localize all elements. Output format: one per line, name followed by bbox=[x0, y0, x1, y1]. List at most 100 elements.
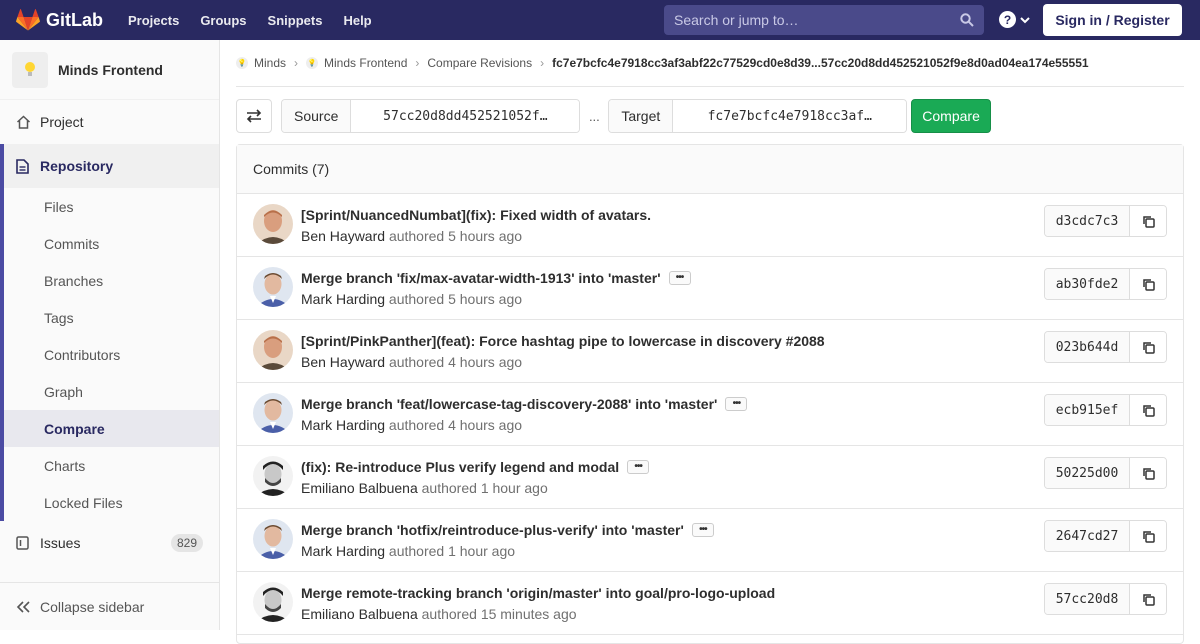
commit-sha[interactable]: ecb915ef bbox=[1045, 395, 1130, 425]
commit-sha-group: ecb915ef bbox=[1044, 394, 1167, 426]
chevron-right-icon: › bbox=[540, 56, 545, 70]
commit-sha[interactable]: 57cc20d8 bbox=[1045, 584, 1130, 614]
commit-sha-group: ab30fde2 bbox=[1044, 268, 1167, 300]
sidebar-subitem-charts[interactable]: Charts bbox=[4, 447, 219, 484]
commit-title[interactable]: Merge branch 'fix/max-avatar-width-1913'… bbox=[301, 270, 661, 286]
source-label: Source bbox=[282, 100, 352, 132]
toggle-description-button[interactable]: ••• bbox=[691, 523, 714, 537]
sidebar-project-header[interactable]: Minds Frontend bbox=[0, 40, 219, 100]
sidebar-item-label: Project bbox=[40, 114, 84, 130]
sidebar-item-project[interactable]: Project bbox=[0, 100, 219, 144]
copy-sha-button[interactable] bbox=[1130, 521, 1166, 551]
copy-icon bbox=[1142, 530, 1155, 543]
commit-title[interactable]: (fix): Re-introduce Plus verify legend a… bbox=[301, 459, 619, 475]
commit-author[interactable]: Ben Hayward bbox=[301, 228, 385, 244]
nav-help[interactable]: Help bbox=[343, 13, 371, 28]
commit-row: (fix): Re-introduce Plus verify legend a… bbox=[237, 446, 1183, 509]
commit-sha[interactable]: 2647cd27 bbox=[1045, 521, 1130, 551]
collapse-sidebar-button[interactable]: Collapse sidebar bbox=[0, 582, 219, 630]
sidebar-subitem-files[interactable]: Files bbox=[4, 188, 219, 225]
nav-projects[interactable]: Projects bbox=[128, 13, 179, 28]
authored-label: authored bbox=[388, 291, 445, 307]
gitlab-logo[interactable]: GitLab bbox=[16, 9, 103, 31]
author-avatar[interactable] bbox=[253, 456, 293, 496]
nav-snippets[interactable]: Snippets bbox=[268, 13, 323, 28]
sidebar-subitem-compare[interactable]: Compare bbox=[4, 410, 219, 447]
breadcrumb-label: Minds Frontend bbox=[324, 56, 408, 70]
commit-author[interactable]: Mark Harding bbox=[301, 417, 385, 433]
chevron-down-icon bbox=[1020, 16, 1030, 23]
search-input[interactable] bbox=[674, 12, 949, 28]
commit-sha[interactable]: 50225d00 bbox=[1045, 458, 1130, 488]
sign-in-button[interactable]: Sign in / Register bbox=[1043, 4, 1182, 36]
commit-author[interactable]: Mark Harding bbox=[301, 543, 385, 559]
commit-title[interactable]: Merge branch 'feat/lowercase-tag-discove… bbox=[301, 396, 717, 412]
chevron-right-icon: › bbox=[415, 56, 420, 70]
commit-author[interactable]: Emiliano Balbuena bbox=[301, 606, 418, 622]
project-avatar bbox=[12, 51, 48, 88]
copy-sha-button[interactable] bbox=[1130, 458, 1166, 488]
commit-author[interactable]: Emiliano Balbuena bbox=[301, 480, 418, 496]
source-revision-input[interactable]: 57cc20d8dd452521052f… bbox=[351, 100, 580, 132]
toggle-description-button[interactable]: ••• bbox=[627, 460, 650, 474]
compare-button[interactable]: Compare bbox=[911, 99, 991, 133]
copy-sha-button[interactable] bbox=[1130, 584, 1166, 614]
commit-title[interactable]: Merge remote-tracking branch 'origin/mas… bbox=[301, 585, 775, 601]
author-avatar[interactable] bbox=[253, 330, 293, 370]
breadcrumb-item[interactable]: 💡 Minds bbox=[236, 56, 286, 70]
copy-icon bbox=[1142, 404, 1155, 417]
swap-revisions-button[interactable] bbox=[236, 99, 272, 133]
author-avatar[interactable] bbox=[253, 393, 293, 433]
commit-author[interactable]: Mark Harding bbox=[301, 291, 385, 307]
commit-sha-group: d3cdc7c3 bbox=[1044, 205, 1167, 237]
authored-label: authored bbox=[388, 543, 445, 559]
breadcrumb-item[interactable]: Compare Revisions bbox=[427, 56, 532, 70]
author-avatar[interactable] bbox=[253, 204, 293, 244]
swap-arrows-icon bbox=[246, 109, 262, 123]
commit-sha[interactable]: 023b644d bbox=[1045, 332, 1130, 362]
commit-time: 4 hours ago bbox=[448, 417, 523, 433]
commit-sha[interactable]: d3cdc7c3 bbox=[1045, 206, 1130, 236]
authored-label: authored bbox=[388, 354, 445, 370]
copy-sha-button[interactable] bbox=[1130, 206, 1166, 236]
commit-sha[interactable]: ab30fde2 bbox=[1045, 269, 1130, 299]
commit-title[interactable]: [Sprint/NuancedNumbat](fix): Fixed width… bbox=[301, 207, 651, 223]
sidebar-subitem-contributors[interactable]: Contributors bbox=[4, 336, 219, 373]
commit-title[interactable]: [Sprint/PinkPanther](feat): Force hashta… bbox=[301, 333, 825, 349]
commit-sha-group: 57cc20d8 bbox=[1044, 583, 1167, 615]
copy-sha-button[interactable] bbox=[1130, 395, 1166, 425]
toggle-description-button[interactable]: ••• bbox=[668, 271, 691, 285]
author-avatar[interactable] bbox=[253, 582, 293, 622]
commit-row: Merge branch 'feat/lowercase-tag-discove… bbox=[237, 383, 1183, 446]
toggle-description-button[interactable]: ••• bbox=[725, 397, 748, 411]
brand-name: GitLab bbox=[46, 9, 103, 30]
author-avatar[interactable] bbox=[253, 267, 293, 307]
group-avatar-icon: 💡 bbox=[236, 57, 248, 69]
commit-time: 1 hour ago bbox=[448, 543, 516, 559]
main-content: 💡 Minds › 💡 Minds Frontend › Compare Revis… bbox=[236, 40, 1184, 644]
breadcrumb-label: Minds bbox=[254, 56, 287, 70]
sidebar-item-repository[interactable]: Repository bbox=[0, 144, 219, 188]
search-box bbox=[664, 5, 984, 35]
help-dropdown[interactable]: ? bbox=[999, 11, 1031, 28]
sidebar-item-issues[interactable]: Issues 829 bbox=[0, 521, 219, 565]
sidebar-subitem-tags[interactable]: Tags bbox=[4, 299, 219, 336]
commits-header: Commits (7) bbox=[237, 145, 1183, 194]
commit-time: 1 hour ago bbox=[480, 480, 548, 496]
copy-sha-button[interactable] bbox=[1130, 332, 1166, 362]
copy-icon bbox=[1142, 215, 1155, 228]
target-revision-input[interactable]: fc7e7bcfc4e7918cc3af… bbox=[673, 100, 907, 132]
sidebar-subitem-locked-files[interactable]: Locked Files bbox=[4, 484, 219, 521]
sidebar-subitem-graph[interactable]: Graph bbox=[4, 373, 219, 410]
breadcrumb-item[interactable]: 💡 Minds Frontend bbox=[306, 56, 407, 70]
sidebar-subitem-commits[interactable]: Commits bbox=[4, 225, 219, 262]
commit-title[interactable]: Merge branch 'hotfix/reintroduce-plus-ve… bbox=[301, 522, 684, 538]
author-avatar[interactable] bbox=[253, 519, 293, 559]
sidebar-subitem-branches[interactable]: Branches bbox=[4, 262, 219, 299]
commit-sha-group: 50225d00 bbox=[1044, 457, 1167, 489]
copy-sha-button[interactable] bbox=[1130, 269, 1166, 299]
commit-author[interactable]: Ben Hayward bbox=[301, 354, 385, 370]
copy-icon bbox=[1142, 593, 1155, 606]
authored-label: authored bbox=[421, 480, 477, 496]
nav-groups[interactable]: Groups bbox=[200, 13, 246, 28]
